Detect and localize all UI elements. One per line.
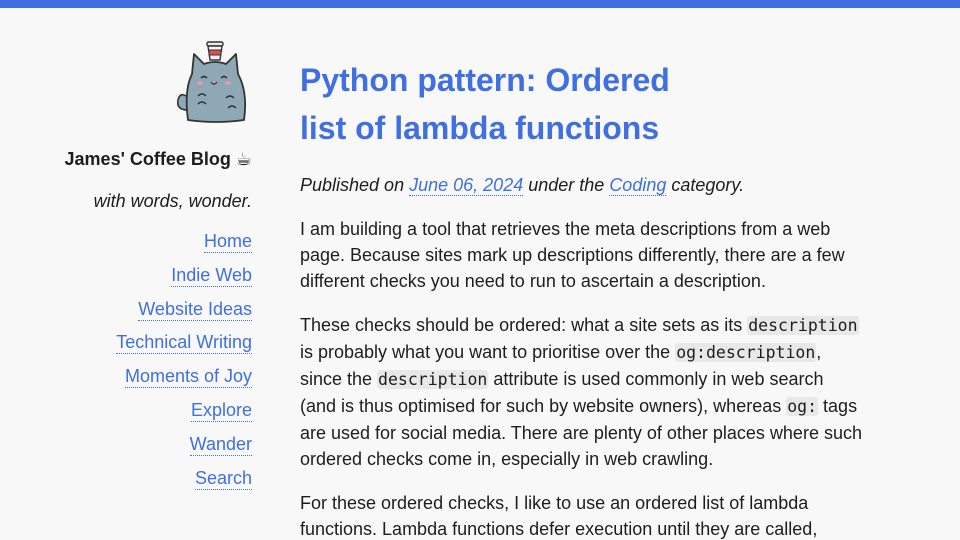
post-date-link[interactable]: June 06, 2024 xyxy=(409,175,524,196)
site-title[interactable]: James' Coffee Blog ☕ xyxy=(60,146,252,172)
site-tagline: with words, wonder. xyxy=(93,191,252,211)
under-the-label: under the xyxy=(528,175,605,195)
nav-explore-link[interactable]: Explore xyxy=(190,399,252,422)
nav-indie-web-link[interactable]: Indie Web xyxy=(171,264,252,287)
category-suffix: category. xyxy=(671,175,745,195)
post-title: Python pattern: Ordered list of lambda f… xyxy=(300,62,670,146)
sidebar: James' Coffee Blog ☕ with words, wonder.… xyxy=(60,40,252,500)
sidebar-nav: Home Indie Web Website Ideas Technical W… xyxy=(60,230,252,500)
cat-with-coffee-cup-icon[interactable] xyxy=(174,40,252,124)
paragraph-2-text: is probably what you want to prioritise … xyxy=(300,342,676,362)
post-meta: Published on June 06, 2024 under the Cod… xyxy=(300,172,862,198)
top-accent-bar xyxy=(0,0,960,8)
inline-code: description xyxy=(747,316,859,335)
post-content: Python pattern: Ordered list of lambda f… xyxy=(300,56,862,540)
nav-wander-link[interactable]: Wander xyxy=(189,433,252,456)
paragraph-1: I am building a tool that retrieves the … xyxy=(300,219,845,291)
inline-code: og:description xyxy=(675,343,817,362)
paragraph-2: These checks should be ordered: what a s… xyxy=(300,312,862,472)
paragraph-3: For these ordered checks, I like to use … xyxy=(300,493,818,539)
nav-technical-writing-link[interactable]: Technical Writing xyxy=(116,331,252,355)
inline-code: description xyxy=(377,370,489,389)
nav-home-link[interactable]: Home xyxy=(203,230,252,253)
inline-code: og: xyxy=(786,397,819,416)
category-link[interactable]: Coding xyxy=(609,175,667,196)
nav-website-ideas-link[interactable]: Website Ideas xyxy=(138,298,252,321)
nav-moments-of-joy-link[interactable]: Moments of Joy xyxy=(124,365,252,389)
nav-search-link[interactable]: Search xyxy=(194,467,252,490)
published-label: Published on xyxy=(300,175,405,195)
paragraph-2-text: These checks should be ordered: what a s… xyxy=(300,315,748,335)
